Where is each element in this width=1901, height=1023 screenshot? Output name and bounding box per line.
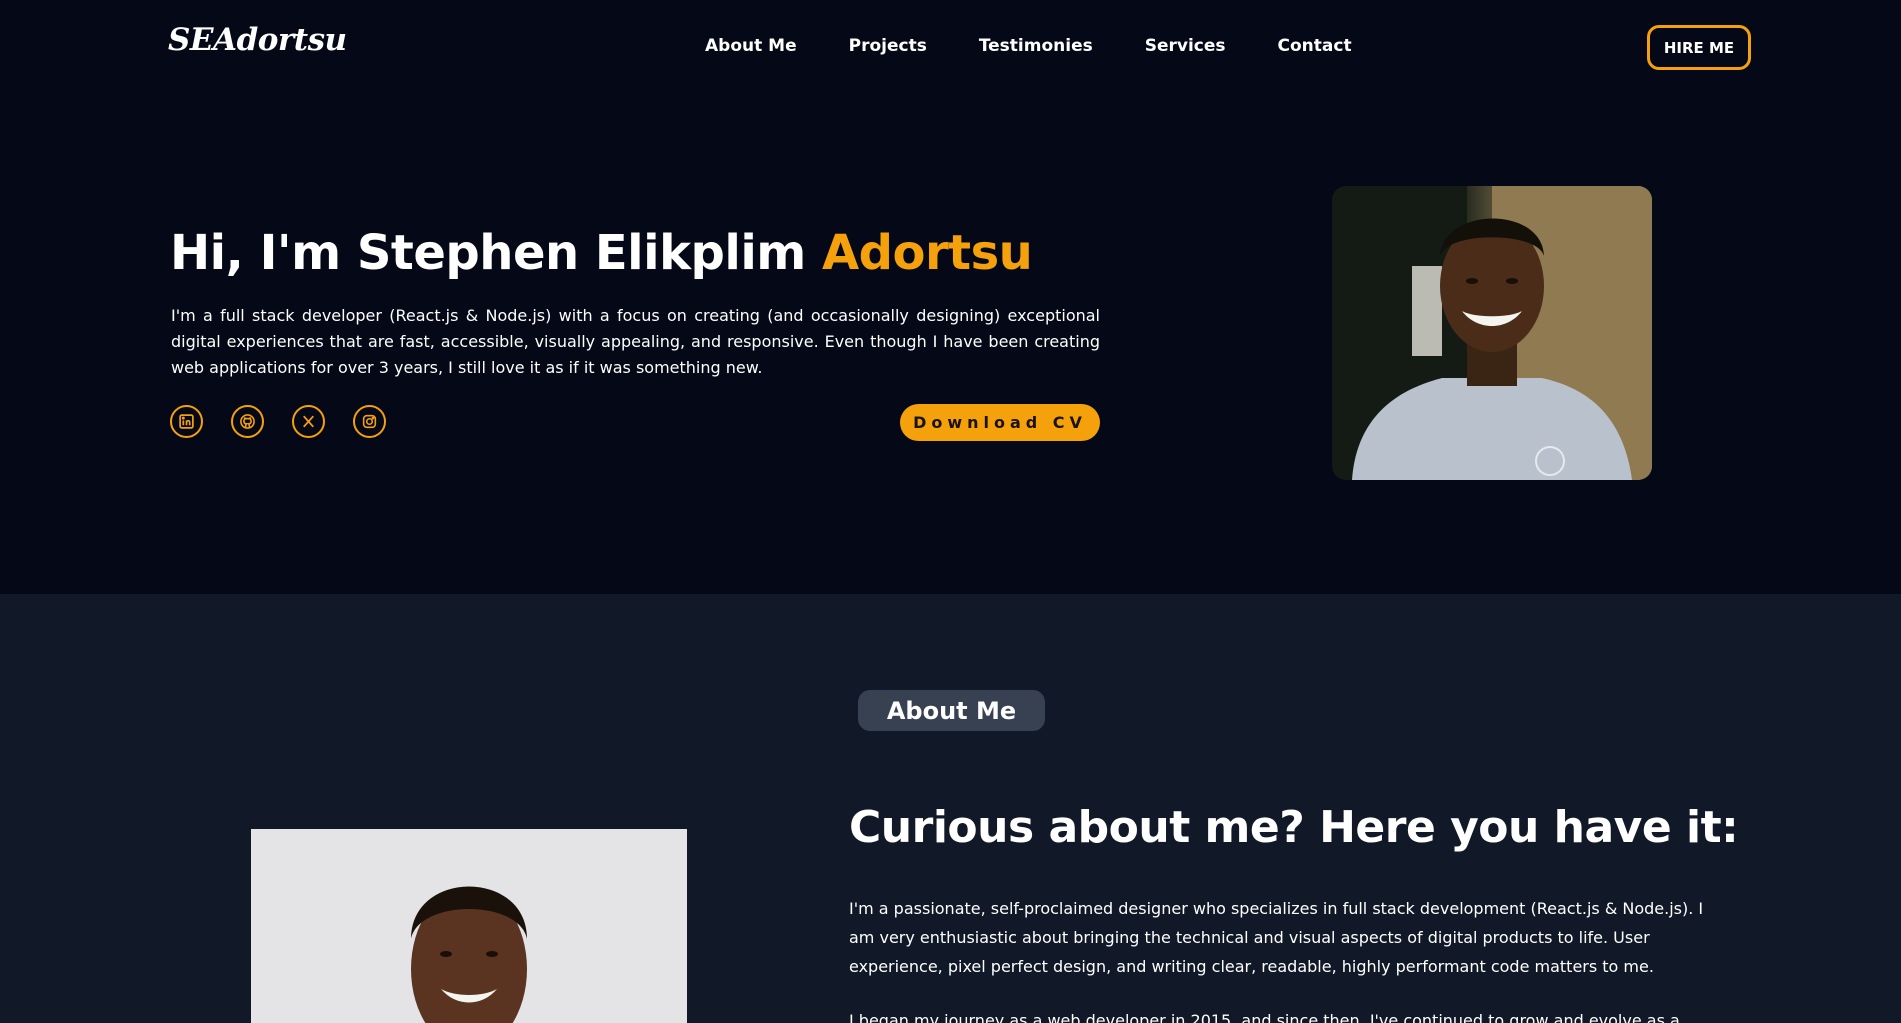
about-section-label: About Me xyxy=(858,690,1045,731)
social-links xyxy=(170,405,386,438)
about-photo-illustration xyxy=(251,829,687,1023)
site-header: SEAdortsu About Me Projects Testimonies … xyxy=(0,0,1901,95)
linkedin-icon[interactable] xyxy=(170,405,203,438)
nav-projects[interactable]: Projects xyxy=(849,36,927,56)
main-nav: About Me Projects Testimonies Services C… xyxy=(705,36,1404,56)
x-icon[interactable] xyxy=(292,405,325,438)
profile-photo xyxy=(1332,186,1652,480)
nav-about-me[interactable]: About Me xyxy=(705,36,797,56)
nav-contact[interactable]: Contact xyxy=(1278,36,1352,56)
about-heading: Curious about me? Here you have it: xyxy=(849,802,1739,853)
hire-me-button[interactable]: HIRE ME xyxy=(1647,25,1751,70)
site-logo[interactable]: SEAdortsu xyxy=(168,22,347,58)
about-paragraph-2: I began my journey as a web developer in… xyxy=(849,1011,1680,1023)
github-icon[interactable] xyxy=(231,405,264,438)
hero-title: Hi, I'm Stephen Elikplim Adortsu xyxy=(170,225,1033,281)
hero-greeting: Hi, I'm Stephen Elikplim xyxy=(170,225,822,281)
nav-services[interactable]: Services xyxy=(1145,36,1226,56)
about-section: About Me Curious about me? Here you have… xyxy=(0,594,1901,1023)
hero-section: Hi, I'm Stephen Elikplim Adortsu I'm a f… xyxy=(0,95,1901,594)
hero-name-accent: Adortsu xyxy=(822,225,1033,281)
about-photo xyxy=(251,829,687,1023)
about-paragraph-1: I'm a passionate, self-proclaimed design… xyxy=(849,899,1704,976)
instagram-icon[interactable] xyxy=(353,405,386,438)
nav-testimonies[interactable]: Testimonies xyxy=(979,36,1093,56)
download-cv-button[interactable]: Download CV xyxy=(900,404,1100,441)
hero-description: I'm a full stack developer (React.js & N… xyxy=(171,306,1100,377)
profile-photo-illustration xyxy=(1332,186,1652,480)
